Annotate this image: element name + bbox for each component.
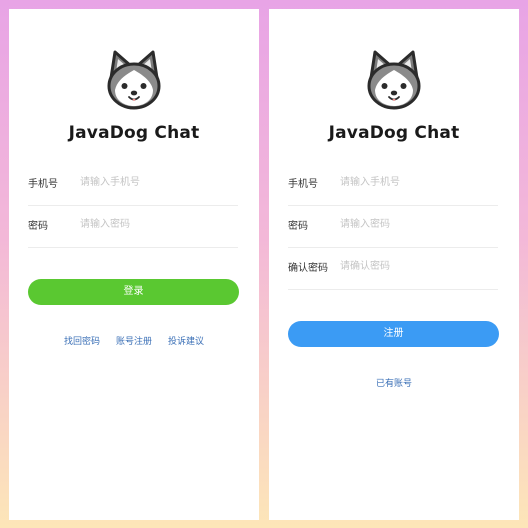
phone-label: 手机号 bbox=[288, 179, 318, 190]
login-panel: JavaDog Chat 手机号 密码 登录 找回密码 账号注册 投诉建议 bbox=[9, 9, 259, 520]
confirm-password-field: 确认密码 bbox=[288, 247, 498, 290]
register-account-link[interactable]: 账号注册 bbox=[116, 337, 152, 347]
forgot-password-link[interactable]: 找回密码 bbox=[64, 337, 100, 347]
feedback-link[interactable]: 投诉建议 bbox=[168, 337, 204, 347]
phone-field: 手机号 bbox=[288, 163, 498, 206]
confirm-password-input[interactable] bbox=[340, 256, 490, 276]
phone-label: 手机号 bbox=[28, 179, 58, 190]
register-panel: JavaDog Chat 手机号 密码 确认密码 注册 已有账号 bbox=[269, 9, 519, 520]
phone-input[interactable] bbox=[80, 172, 230, 192]
confirm-password-label: 确认密码 bbox=[288, 263, 328, 274]
password-label: 密码 bbox=[28, 221, 48, 232]
password-field: 密码 bbox=[288, 205, 498, 248]
existing-account-link[interactable]: 已有账号 bbox=[376, 379, 412, 389]
app-title: JavaDog Chat bbox=[68, 123, 200, 143]
register-links: 已有账号 bbox=[269, 376, 519, 389]
login-links: 找回密码 账号注册 投诉建议 bbox=[9, 334, 259, 347]
husky-dog-icon bbox=[105, 48, 163, 112]
password-label: 密码 bbox=[288, 221, 308, 232]
app-title: JavaDog Chat bbox=[328, 123, 460, 143]
register-button[interactable]: 注册 bbox=[288, 321, 499, 347]
husky-dog-icon bbox=[365, 48, 423, 112]
password-field: 密码 bbox=[28, 205, 238, 248]
password-input[interactable] bbox=[340, 214, 490, 234]
login-button[interactable]: 登录 bbox=[28, 279, 239, 305]
phone-input[interactable] bbox=[340, 172, 490, 192]
password-input[interactable] bbox=[80, 214, 230, 234]
phone-field: 手机号 bbox=[28, 163, 238, 206]
